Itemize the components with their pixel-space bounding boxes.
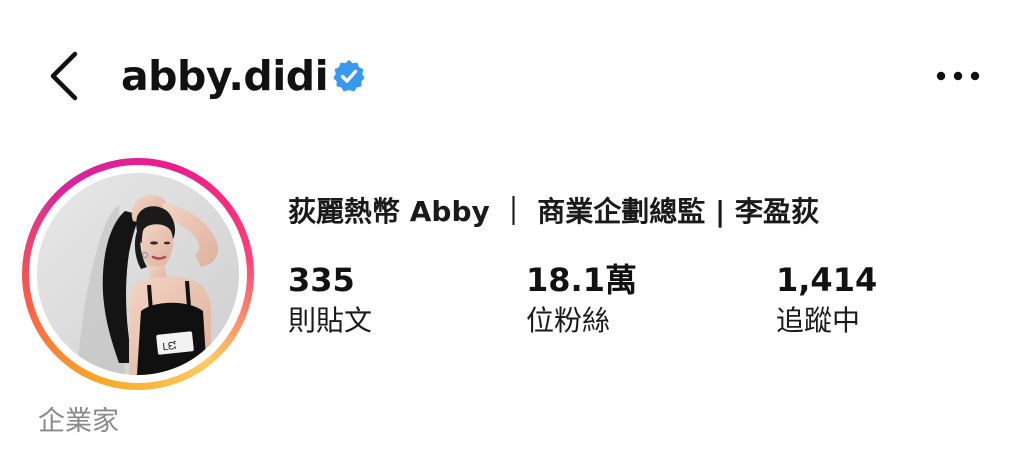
profile-page: abby.didi ᒪᘿ 荻麗熱幣 Abby ｜ 商業企劃總監 | 李盈荻 33… [0, 0, 1024, 449]
profile-bio-name: 荻麗熱幣 Abby ｜ 商業企劃總監 | 李盈荻 [288, 195, 819, 228]
profile-username: abby.didi [121, 52, 329, 100]
more-options-button[interactable] [932, 56, 984, 96]
stat-posts[interactable]: 335 則貼文 [288, 258, 372, 340]
back-button[interactable] [36, 44, 92, 108]
profile-category: 企業家 [38, 406, 119, 437]
following-count: 1,414 [776, 261, 878, 299]
profile-avatar: ᒪᘿ [37, 173, 239, 375]
story-ring[interactable]: ᒪᘿ [22, 158, 254, 390]
verified-badge-icon [333, 60, 365, 92]
followers-label: 位粉絲 [526, 304, 611, 337]
profile-photo: ᒪᘿ [37, 173, 239, 375]
following-label: 追蹤中 [776, 304, 861, 337]
followers-count: 18.1萬 [526, 261, 637, 299]
svg-text:ᒪᘿ: ᒪᘿ [162, 340, 178, 353]
posts-count: 335 [288, 261, 355, 299]
chevron-left-icon [50, 51, 78, 101]
stat-followers[interactable]: 18.1萬 位粉絲 [526, 258, 637, 340]
posts-label: 則貼文 [288, 304, 373, 337]
more-horizontal-icon [936, 71, 980, 81]
stat-following[interactable]: 1,414 追蹤中 [776, 258, 877, 340]
